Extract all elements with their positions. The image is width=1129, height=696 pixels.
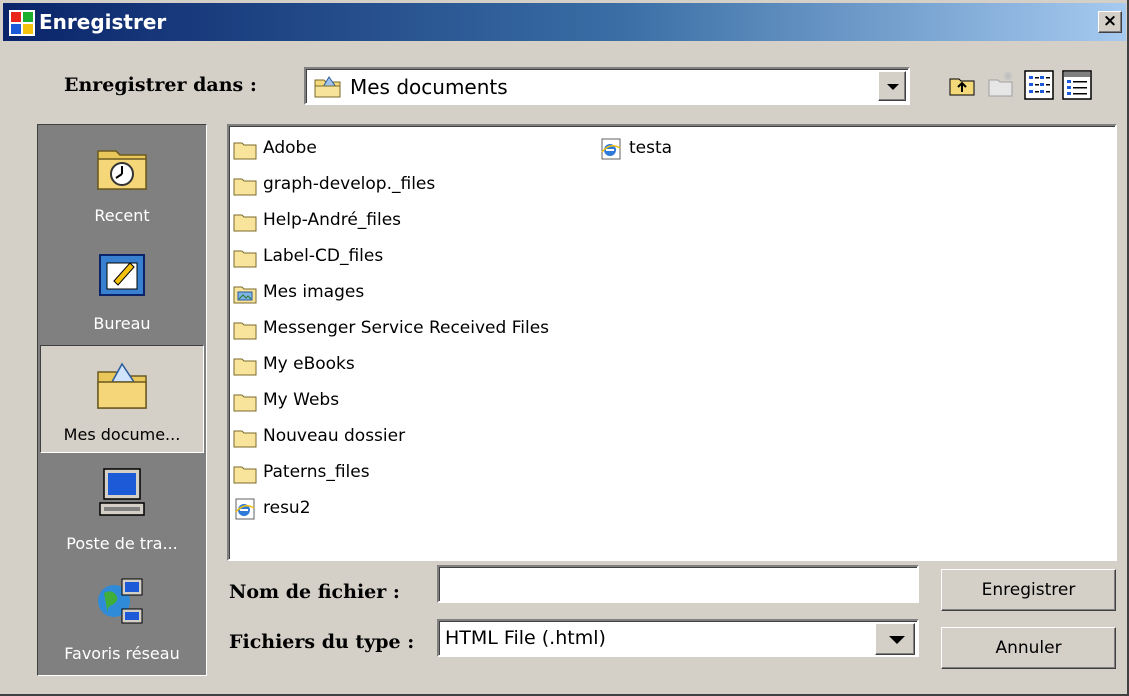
folder-icon: [233, 250, 257, 268]
file-name: Messenger Service Received Files: [263, 318, 550, 338]
recent-icon: [97, 150, 147, 190]
my-documents-icon: [314, 76, 341, 98]
window-title: Enregistrer: [39, 10, 167, 34]
title-bar[interactable]: Enregistrer ×: [3, 3, 1126, 41]
filetype-label: Fichiers du type :: [229, 631, 415, 653]
place-label: Mes docume...: [63, 425, 181, 444]
html-file-icon: [235, 498, 255, 520]
app-icon: [9, 10, 35, 36]
folder-icon: [233, 358, 257, 376]
cancel-button[interactable]: Annuler: [941, 627, 1116, 669]
place-recent[interactable]: Recent: [40, 127, 204, 235]
place-desktop[interactable]: Bureau: [40, 235, 204, 343]
filename-input[interactable]: [439, 567, 917, 601]
place-label: Poste de tra...: [66, 534, 178, 553]
place-label: Recent: [94, 206, 150, 225]
folder-icon: [233, 214, 257, 232]
file-name: Label-CD_files: [263, 246, 384, 266]
place-network[interactable]: Favoris réseau: [40, 565, 204, 673]
place-label: Bureau: [93, 314, 151, 333]
file-name: Nouveau dossier: [263, 426, 406, 446]
my-computer-icon: [99, 468, 145, 516]
filetype-select[interactable]: HTML File (.html): [437, 619, 919, 657]
file-name: Help-André_files: [263, 210, 402, 230]
html-file-icon: [601, 138, 621, 160]
desktop-icon: [99, 254, 145, 296]
save-in-dropdown-button[interactable]: [878, 71, 906, 101]
up-folder-icon[interactable]: [947, 70, 977, 100]
file-name: graph-develop._files: [263, 174, 436, 194]
save-in-combo[interactable]: Mes documents: [304, 67, 910, 105]
filetype-value: HTML File (.html): [445, 627, 606, 649]
places-bar: Recent Bureau Mes docume... Poste de tra…: [37, 124, 207, 676]
save-in-label: Enregistrer dans :: [64, 74, 257, 96]
save-in-value: Mes documents: [350, 75, 508, 99]
file-name: resu2: [263, 498, 311, 518]
file-name: Mes images: [263, 282, 365, 302]
place-my-computer[interactable]: Poste de tra...: [40, 455, 204, 563]
list-view-icon[interactable]: [1024, 70, 1054, 100]
file-name: Paterns_files: [263, 462, 370, 482]
pictures-folder-icon: [233, 286, 257, 304]
file-name: My Webs: [263, 390, 340, 410]
folder-icon: [233, 142, 257, 160]
file-name: Adobe: [263, 138, 317, 158]
filename-field[interactable]: [437, 565, 919, 603]
folder-icon: [233, 430, 257, 448]
folder-icon: [233, 394, 257, 412]
folder-icon: [233, 322, 257, 340]
save-button[interactable]: Enregistrer: [941, 569, 1116, 611]
filetype-dropdown-button[interactable]: [875, 623, 915, 655]
folder-icon: [233, 178, 257, 196]
place-label: Favoris réseau: [64, 644, 180, 663]
folder-icon: [233, 466, 257, 484]
close-button[interactable]: ×: [1098, 11, 1122, 33]
details-view-icon[interactable]: [1062, 70, 1092, 100]
save-dialog: Enregistrer × Enregistrer dans : Mes doc…: [0, 0, 1129, 696]
file-list[interactable]: Adobe graph-develop._files Help-André_fi…: [227, 124, 1117, 561]
new-folder-icon[interactable]: [986, 70, 1016, 100]
file-name: testa: [629, 138, 673, 158]
network-places-icon: [98, 578, 143, 624]
file-name: My eBooks: [263, 354, 355, 374]
filename-label: Nom de fichier :: [229, 581, 400, 603]
place-my-documents[interactable]: Mes docume...: [40, 345, 204, 453]
my-documents-icon: [97, 362, 147, 409]
